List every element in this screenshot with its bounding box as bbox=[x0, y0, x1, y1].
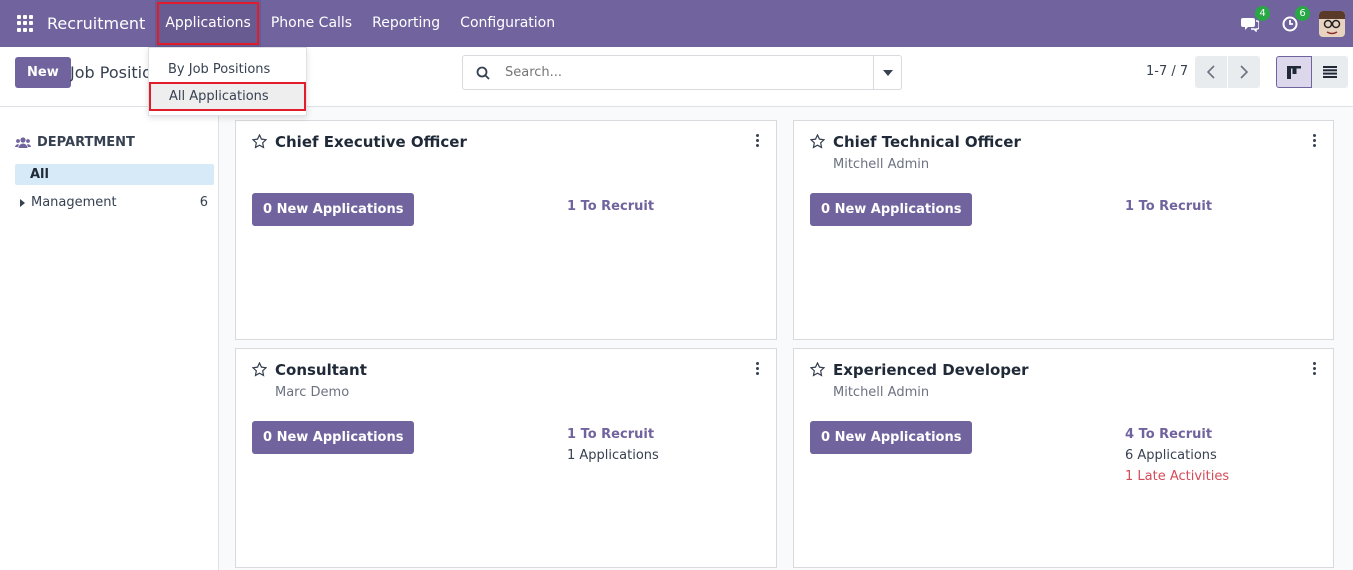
dropdown-item-all-applications[interactable]: All Applications bbox=[149, 82, 306, 111]
kebab-menu-icon[interactable] bbox=[756, 134, 760, 147]
job-responsible: Mitchell Admin bbox=[833, 385, 930, 400]
late-activities-link[interactable]: 1 Late Activities bbox=[1125, 466, 1229, 487]
search-input[interactable] bbox=[497, 56, 873, 89]
applications-link[interactable]: 6 Applications bbox=[1125, 445, 1229, 466]
menu-applications[interactable]: Applications bbox=[155, 0, 261, 47]
activities-button[interactable]: 6 bbox=[1279, 5, 1310, 35]
job-title[interactable]: Chief Technical Officer bbox=[833, 133, 1021, 151]
to-recruit-link[interactable]: 1 To Recruit bbox=[567, 424, 659, 445]
new-applications-button[interactable]: 0 New Applications bbox=[252, 421, 415, 454]
kanban-view-button[interactable] bbox=[1276, 56, 1312, 88]
pager-next-button[interactable] bbox=[1228, 56, 1260, 88]
job-stats: 1 To Recruit 1 Applications bbox=[567, 424, 659, 466]
star-icon[interactable] bbox=[252, 134, 267, 149]
to-recruit-link[interactable]: 1 To Recruit bbox=[1125, 196, 1212, 217]
new-applications-button[interactable]: 0 New Applications bbox=[252, 193, 415, 226]
department-sidebar: DEPARTMENT All Management 6 bbox=[0, 107, 219, 570]
app-menu-grid-icon[interactable] bbox=[17, 14, 35, 33]
top-navbar: Recruitment Applications Phone Calls Rep… bbox=[0, 0, 1353, 47]
pager-value[interactable]: 1-7 / 7 bbox=[1146, 64, 1188, 79]
list-icon bbox=[1323, 66, 1337, 78]
department-filter-all[interactable]: All bbox=[15, 164, 214, 185]
user-avatar[interactable] bbox=[1319, 10, 1345, 37]
caret-down-icon bbox=[882, 69, 893, 76]
menu-configuration[interactable]: Configuration bbox=[450, 0, 565, 47]
caret-right-icon bbox=[20, 198, 25, 207]
department-filter-management[interactable]: Management 6 bbox=[20, 195, 208, 210]
job-title[interactable]: Experienced Developer bbox=[833, 361, 1029, 379]
job-title[interactable]: Consultant bbox=[275, 361, 367, 379]
menu-phone-calls[interactable]: Phone Calls bbox=[261, 0, 362, 47]
kebab-menu-icon[interactable] bbox=[1313, 134, 1317, 147]
kebab-menu-icon[interactable] bbox=[1313, 362, 1317, 375]
star-icon[interactable] bbox=[810, 362, 825, 377]
pager-buttons bbox=[1195, 56, 1260, 88]
users-icon bbox=[15, 137, 31, 148]
pager-previous-button[interactable] bbox=[1195, 56, 1227, 88]
search-options-toggle[interactable] bbox=[873, 56, 901, 89]
to-recruit-link[interactable]: 1 To Recruit bbox=[567, 196, 654, 217]
job-card[interactable]: Chief Executive Officer 0 New Applicatio… bbox=[235, 120, 777, 340]
new-applications-button[interactable]: 0 New Applications bbox=[810, 421, 973, 454]
job-stats: 1 To Recruit bbox=[567, 196, 654, 217]
breadcrumb-title: Job Positions bbox=[70, 63, 150, 82]
job-stats: 4 To Recruit 6 Applications 1 Late Activ… bbox=[1125, 424, 1229, 487]
chevron-right-icon bbox=[1240, 65, 1248, 79]
job-card[interactable]: Experienced Developer Mitchell Admin 0 N… bbox=[793, 348, 1334, 568]
job-stats: 1 To Recruit bbox=[1125, 196, 1212, 217]
kanban-icon bbox=[1287, 65, 1301, 79]
view-switcher bbox=[1276, 56, 1348, 88]
messages-button[interactable]: 4 bbox=[1239, 5, 1270, 35]
job-card[interactable]: Consultant Marc Demo 0 New Applications … bbox=[235, 348, 777, 568]
job-title[interactable]: Chief Executive Officer bbox=[275, 133, 467, 151]
applications-dropdown: By Job Positions All Applications bbox=[148, 47, 307, 116]
department-header: DEPARTMENT bbox=[15, 135, 135, 150]
star-icon[interactable] bbox=[810, 134, 825, 149]
new-applications-button[interactable]: 0 New Applications bbox=[810, 193, 973, 226]
menu-reporting[interactable]: Reporting bbox=[362, 0, 450, 47]
department-count: 6 bbox=[199, 195, 208, 210]
activities-count-badge: 6 bbox=[1295, 5, 1310, 21]
job-responsible: Mitchell Admin bbox=[833, 157, 930, 172]
search-icon bbox=[469, 66, 497, 80]
department-title: DEPARTMENT bbox=[37, 135, 135, 150]
applications-link[interactable]: 1 Applications bbox=[567, 445, 659, 466]
star-icon[interactable] bbox=[252, 362, 267, 377]
messages-count-badge: 4 bbox=[1255, 5, 1270, 21]
app-name[interactable]: Recruitment bbox=[47, 14, 145, 33]
job-card[interactable]: Chief Technical Officer Mitchell Admin 0… bbox=[793, 120, 1334, 340]
kebab-menu-icon[interactable] bbox=[756, 362, 760, 375]
list-view-button[interactable] bbox=[1312, 56, 1348, 88]
search-bar bbox=[462, 55, 902, 90]
new-button[interactable]: New bbox=[15, 57, 71, 88]
chevron-left-icon bbox=[1207, 65, 1215, 79]
job-responsible: Marc Demo bbox=[275, 385, 350, 400]
dropdown-item-by-job-positions[interactable]: By Job Positions bbox=[149, 56, 306, 83]
to-recruit-link[interactable]: 4 To Recruit bbox=[1125, 424, 1229, 445]
department-label: Management bbox=[31, 195, 117, 210]
main-menu: Applications Phone Calls Reporting Confi… bbox=[155, 0, 565, 47]
